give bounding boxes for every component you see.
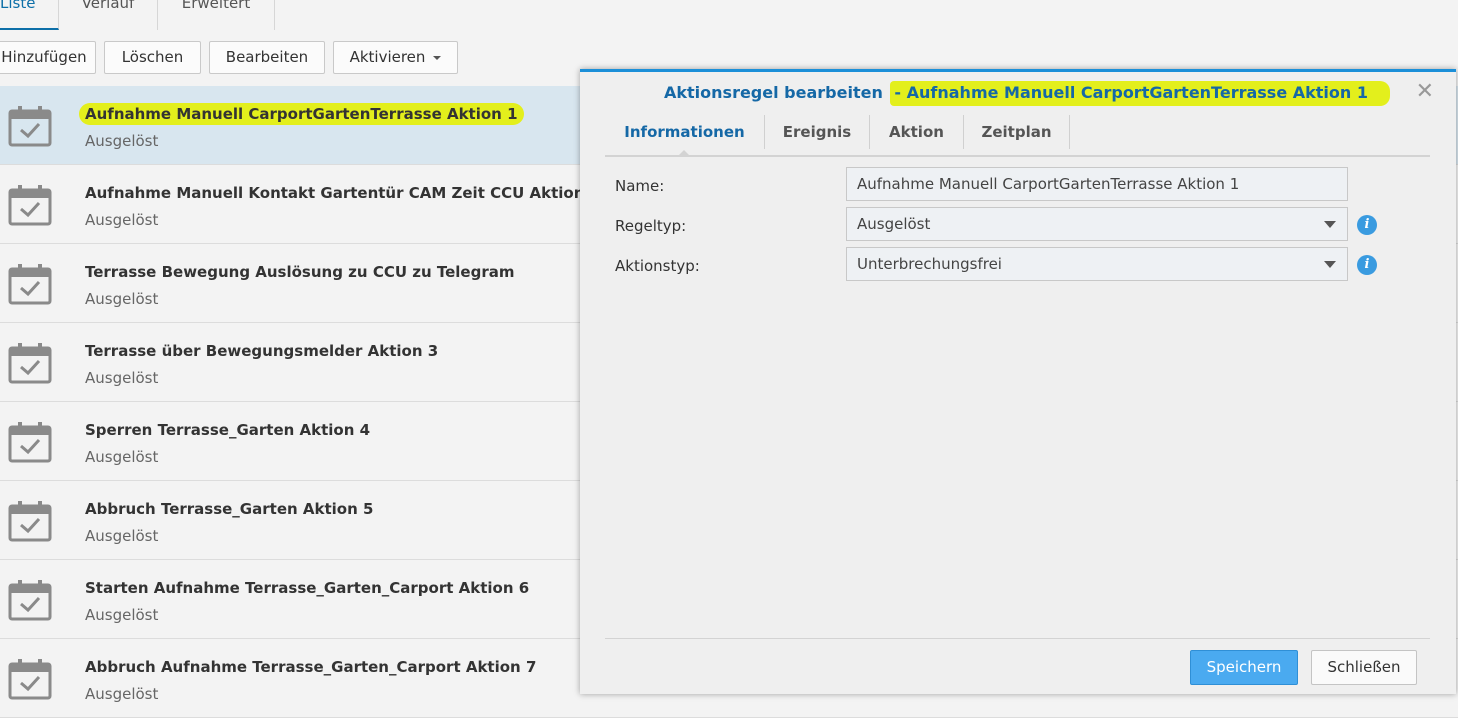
rule-title-text: Terrasse Bewegung Auslösung zu CCU zu Te… [85,263,515,281]
calendar-check-icon [8,421,52,463]
save-button-label: Speichern [1206,658,1282,676]
action-type-label: Aktionstyp: [615,257,700,275]
delete-button[interactable]: Löschen [104,41,201,74]
name-field-value: Aufnahme Manuell CarportGartenTerrasse A… [857,175,1240,193]
info-icon[interactable]: i [1357,215,1377,235]
rule-title: Abbruch Aufnahme Terrasse_Garten_Carport… [85,658,536,676]
rule-title: Starten Aufnahme Terrasse_Garten_Carport… [85,579,529,597]
calendar-check-icon [8,184,52,226]
add-button[interactable]: Hinzufügen [0,41,96,74]
rule-title: Abbruch Terrasse_Garten Aktion 5 [85,500,373,518]
caret-down-icon [433,55,442,60]
name-field[interactable]: Aufnahme Manuell CarportGartenTerrasse A… [846,167,1348,201]
close-icon[interactable]: ✕ [1416,81,1434,103]
rule-title: Terrasse über Bewegungsmelder Aktion 3 [85,342,438,360]
rule-status: Ausgelöst [85,527,159,545]
activate-dropdown-button[interactable]: Aktivieren [333,41,458,74]
tab-ereignis-label: Ereignis [782,123,852,141]
tab-aktion-label: Aktion [889,123,944,141]
dropdown-arrow-icon [1324,261,1336,268]
rule-status: Ausgelöst [85,132,159,150]
calendar-check-icon [8,263,52,305]
tab-zeitplan[interactable]: Zeitplan [964,115,1070,149]
rule-title: Aufnahme Manuell Kontakt Gartentür CAM Z… [85,184,600,202]
active-tab-pointer [678,150,690,156]
tab-zeitplan-label: Zeitplan [981,123,1052,141]
dialog-title-suffix: - Aufnahme Manuell CarportGartenTerrasse… [890,81,1390,106]
info-icon[interactable]: i [1357,255,1377,275]
dialog-title: Aktionsregel bearbeiten - Aufnahme Manue… [664,81,1390,106]
rule-status: Ausgelöst [85,606,159,624]
calendar-check-icon [8,658,52,700]
rule-title-text: Terrasse über Bewegungsmelder Aktion 3 [85,342,439,360]
rule-title-text: Aufnahme Manuell CarportGartenTerrasse A… [79,103,524,125]
action-type-select[interactable]: Unterbrechungsfrei [846,247,1348,281]
tab-erweitert[interactable]: Erweitert [158,0,275,30]
calendar-check-icon [8,105,52,147]
add-button-label: Hinzufügen [1,48,87,66]
tab-erweitert-label: Erweitert [181,0,251,12]
tab-informationen[interactable]: Informationen [605,115,765,149]
dialog-tab-bar: Informationen Ereignis Aktion Zeitplan [605,115,1430,157]
delete-button-label: Löschen [121,48,184,66]
rule-title: Aufnahme Manuell CarportGartenTerrasse A… [79,103,524,125]
rule-title-text: Sperren Terrasse_Garten Aktion 4 [85,421,371,439]
rule-status: Ausgelöst [85,290,159,308]
close-button[interactable]: Schließen [1311,650,1417,685]
rule-title-text: Starten Aufnahme Terrasse_Garten_Carport… [85,579,530,597]
rule-status: Ausgelöst [85,448,159,466]
save-button[interactable]: Speichern [1190,650,1298,685]
tab-informationen-label: Informationen [624,123,745,141]
rule-type-label: Regeltyp: [615,217,687,235]
calendar-check-icon [8,500,52,542]
calendar-check-icon [8,579,52,621]
tab-ereignis[interactable]: Ereignis [765,115,870,149]
rule-title: Sperren Terrasse_Garten Aktion 4 [85,421,370,439]
rule-status: Ausgelöst [85,211,159,229]
rule-title-text: Aufnahme Manuell Kontakt Gartentür CAM Z… [85,184,601,202]
dropdown-arrow-icon [1324,221,1336,228]
top-tab-bar: Liste Verlauf Erweitert [0,0,1458,31]
dialog-title-prefix: Aktionsregel bearbeiten [664,83,883,102]
edit-button[interactable]: Bearbeiten [209,41,325,74]
tab-liste[interactable]: Liste [0,0,59,30]
rule-type-value: Ausgelöst [857,215,931,233]
rule-title: Terrasse Bewegung Auslösung zu CCU zu Te… [85,263,514,281]
tab-aktion[interactable]: Aktion [870,115,964,149]
footer-divider [605,638,1430,639]
rule-status: Ausgelöst [85,369,159,387]
rule-title-text: Abbruch Aufnahme Terrasse_Garten_Carport… [85,658,537,676]
edit-button-label: Bearbeiten [225,48,309,66]
tab-liste-label: Liste [0,0,36,12]
rule-status: Ausgelöst [85,685,159,703]
activate-button-label: Aktivieren [349,48,426,66]
rule-title-text: Abbruch Terrasse_Garten Aktion 5 [85,500,374,518]
rule-type-select[interactable]: Ausgelöst [846,207,1348,241]
tab-verlauf[interactable]: Verlauf [59,0,158,30]
tab-verlauf-label: Verlauf [81,0,135,12]
close-button-label: Schließen [1327,658,1401,676]
name-label: Name: [615,177,665,195]
calendar-check-icon [8,342,52,384]
action-type-value: Unterbrechungsfrei [857,255,1002,273]
edit-action-rule-dialog: Aktionsregel bearbeiten - Aufnahme Manue… [580,69,1456,694]
